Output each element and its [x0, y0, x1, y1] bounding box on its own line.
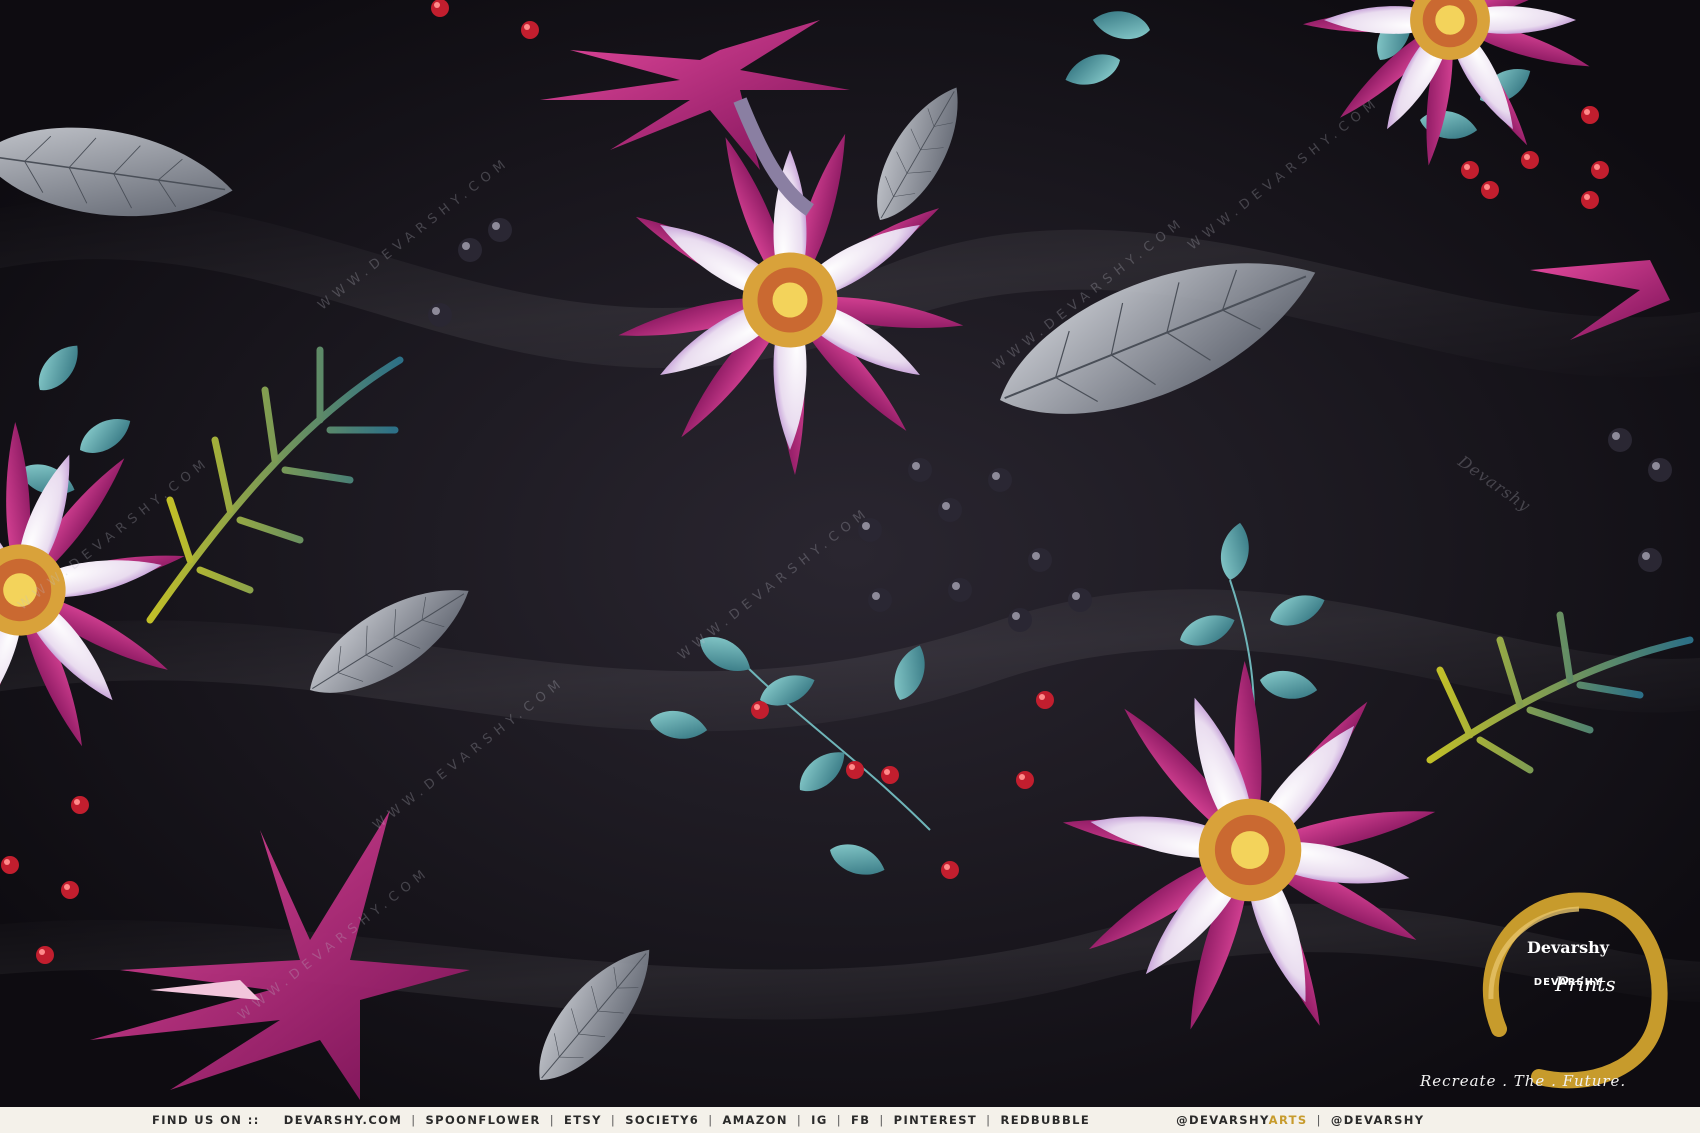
footer-link-society6[interactable]: SOCIETY6 [625, 1113, 699, 1127]
logo-prints-script: Prints [1555, 972, 1616, 996]
footer-separator: | [610, 1113, 617, 1127]
logo-tagline: Recreate . The . Future. [1420, 1072, 1627, 1090]
footer-separator: | [836, 1113, 842, 1127]
footer-handle-arts-suffix: ARTS [1268, 1113, 1308, 1127]
footer-bar: FIND US ON :: DEVARSHY.COM | SPOONFLOWER… [0, 1107, 1700, 1133]
footer-link-redbubble[interactable]: REDBUBBLE [1000, 1113, 1090, 1127]
footer-link-devarshy-com[interactable]: DEVARSHY.COM [284, 1113, 402, 1127]
footer-separator: | [411, 1113, 417, 1127]
footer-separator: | [708, 1113, 714, 1127]
footer-link-fb[interactable]: FB [851, 1113, 870, 1127]
footer-handle[interactable]: @DEVARSHY [1331, 1113, 1425, 1127]
footer-link-amazon[interactable]: AMAZON [722, 1113, 787, 1127]
fabric-image: WWW.DEVARSHY.COM WWW.DEVARSHY.COM WWW.DE… [0, 0, 1700, 1133]
footer-separator: | [796, 1113, 803, 1127]
footer-separator: | [1316, 1113, 1322, 1127]
footer-link-etsy[interactable]: ETSY [564, 1113, 602, 1127]
footer-label: FIND US ON :: [152, 1113, 260, 1127]
logo-brand-name: Devarshy [1526, 938, 1610, 957]
floral-fabric-artwork [0, 0, 1700, 1107]
footer-link-ig[interactable]: IG [811, 1113, 828, 1127]
footer-handle-arts-prefix: @DEVARSHY [1176, 1113, 1269, 1127]
footer-link-pinterest[interactable]: PINTEREST [894, 1113, 977, 1127]
footer-separator: | [986, 1113, 992, 1127]
footer-handle-arts[interactable]: @DEVARSHYARTS [1176, 1113, 1307, 1127]
footer-separator: | [879, 1113, 885, 1127]
footer-separator: | [549, 1113, 555, 1127]
footer-link-spoonflower[interactable]: SPOONFLOWER [425, 1113, 540, 1127]
